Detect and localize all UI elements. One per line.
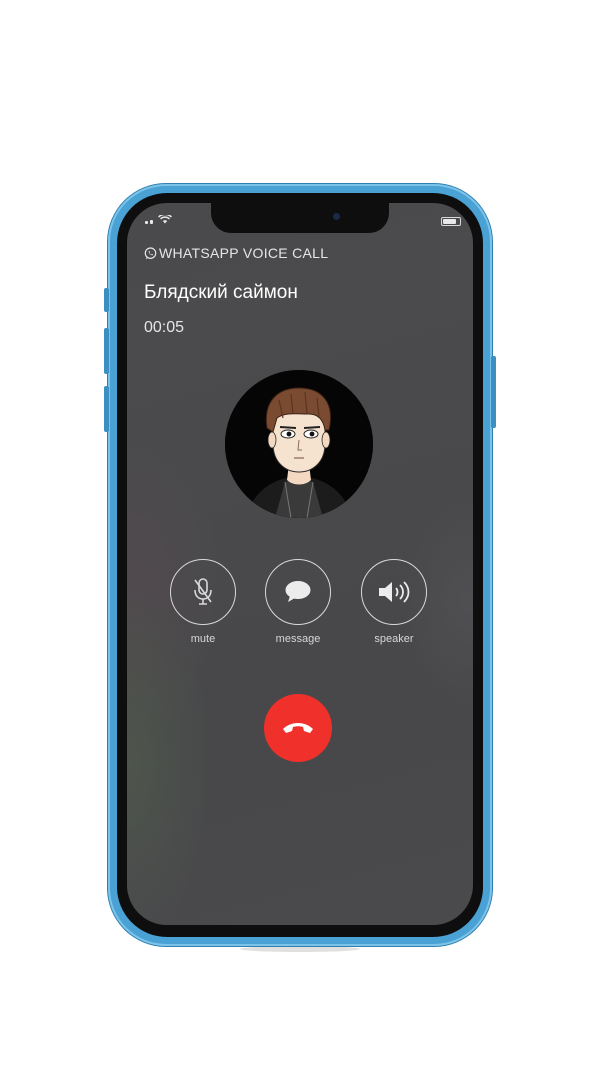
volume-down-button: [104, 386, 109, 432]
message-label: message: [275, 633, 321, 645]
silent-switch: [104, 288, 109, 312]
notch: [211, 203, 389, 233]
message-button[interactable]: [265, 559, 331, 625]
mute-control[interactable]: mute: [167, 559, 239, 645]
phone-shadow: [240, 946, 360, 952]
avatar-illustration: [225, 370, 373, 518]
call-timer: 00:05: [144, 319, 185, 336]
speech-bubble-icon: [285, 581, 311, 602]
signal-icon: [145, 215, 172, 224]
wifi-icon: [158, 215, 172, 224]
front-camera: [333, 213, 340, 220]
mic-off-icon: [194, 578, 212, 605]
speaker-control[interactable]: speaker: [358, 559, 430, 645]
call-type-text: WHATSAPP VOICE CALL: [159, 245, 329, 261]
whatsapp-icon: [144, 246, 157, 259]
call-screen: WHATSAPP VOICE CALL Блядский саймон 00:0…: [127, 203, 473, 925]
page: WHATSAPP VOICE CALL Блядский саймон 00:0…: [0, 0, 600, 1080]
message-control[interactable]: message: [262, 559, 334, 645]
contact-avatar[interactable]: [225, 370, 373, 518]
phone-hangup-icon: [283, 723, 313, 733]
speaker-icon: [379, 581, 410, 603]
speaker-label: speaker: [374, 633, 414, 645]
contact-name: Блядский саймон: [144, 282, 298, 303]
speaker-button[interactable]: [361, 559, 427, 625]
call-type-label: WHATSAPP VOICE CALL: [144, 245, 328, 261]
mute-label: mute: [190, 633, 216, 645]
side-button: [491, 356, 496, 428]
mute-button[interactable]: [170, 559, 236, 625]
end-call-button[interactable]: [264, 694, 332, 762]
battery-icon: [441, 217, 461, 226]
volume-up-button: [104, 328, 109, 374]
